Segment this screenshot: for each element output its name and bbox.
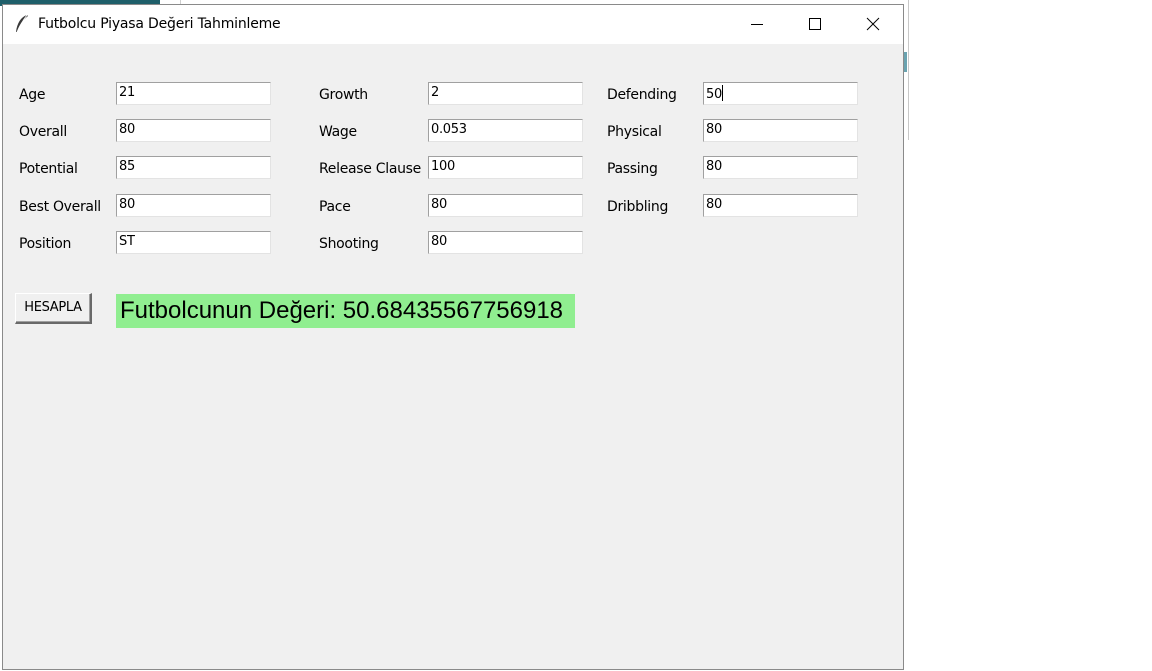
window-title: Futbolcu Piyasa Değeri Tahminleme — [38, 16, 281, 32]
field-label-passing: Passing — [607, 161, 658, 177]
feather-icon — [14, 14, 30, 34]
text-cursor — [721, 85, 723, 101]
title-bar[interactable]: Futbolcu Piyasa Değeri Tahminleme — [3, 5, 903, 44]
shooting-input[interactable]: 80 — [428, 231, 583, 254]
wage-input[interactable]: 0.053 — [428, 119, 583, 142]
passing-input[interactable]: 80 — [703, 156, 858, 179]
maximize-button[interactable] — [786, 5, 844, 44]
field-label-wage: Wage — [319, 124, 357, 140]
field-label-best-overall: Best Overall — [19, 199, 101, 215]
best-overall-input[interactable]: 80 — [116, 194, 271, 217]
field-label-overall: Overall — [19, 124, 67, 140]
field-label-release-clause: Release Clause — [319, 161, 421, 177]
field-label-shooting: Shooting — [319, 236, 379, 252]
close-icon — [866, 17, 880, 31]
field-label-dribbling: Dribbling — [607, 199, 669, 215]
position-input[interactable]: ST — [116, 231, 271, 254]
physical-input[interactable]: 80 — [703, 119, 858, 142]
defending-input-value: 50 — [706, 87, 722, 102]
growth-input[interactable]: 2 — [428, 82, 583, 105]
field-label-age: Age — [19, 87, 46, 103]
field-label-potential: Potential — [19, 161, 78, 177]
field-label-defending: Defending — [607, 87, 677, 103]
defending-input[interactable]: 50 — [703, 82, 858, 105]
calculate-button[interactable]: HESAPLA — [15, 293, 92, 324]
age-input[interactable]: 21 — [116, 82, 271, 105]
dribbling-input[interactable]: 80 — [703, 194, 858, 217]
field-label-growth: Growth — [319, 87, 368, 103]
field-label-pace: Pace — [319, 199, 351, 215]
maximize-icon — [809, 18, 821, 30]
minimize-icon — [751, 24, 763, 25]
minimize-button[interactable] — [728, 5, 786, 44]
pace-input[interactable]: 80 — [428, 194, 583, 217]
field-label-position: Position — [19, 236, 72, 252]
release-clause-input[interactable]: 100 — [428, 156, 583, 179]
result-label: Futbolcunun Değeri: 50.68435567756918 — [116, 294, 575, 328]
app-window: Futbolcu Piyasa Değeri Tahminleme Age 21… — [2, 4, 904, 670]
form-area: Age 21 Overall 80 Potential 85 Best Over… — [3, 44, 903, 670]
potential-input[interactable]: 85 — [116, 156, 271, 179]
overall-input[interactable]: 80 — [116, 119, 271, 142]
close-button[interactable] — [844, 5, 902, 44]
field-label-physical: Physical — [607, 124, 662, 140]
